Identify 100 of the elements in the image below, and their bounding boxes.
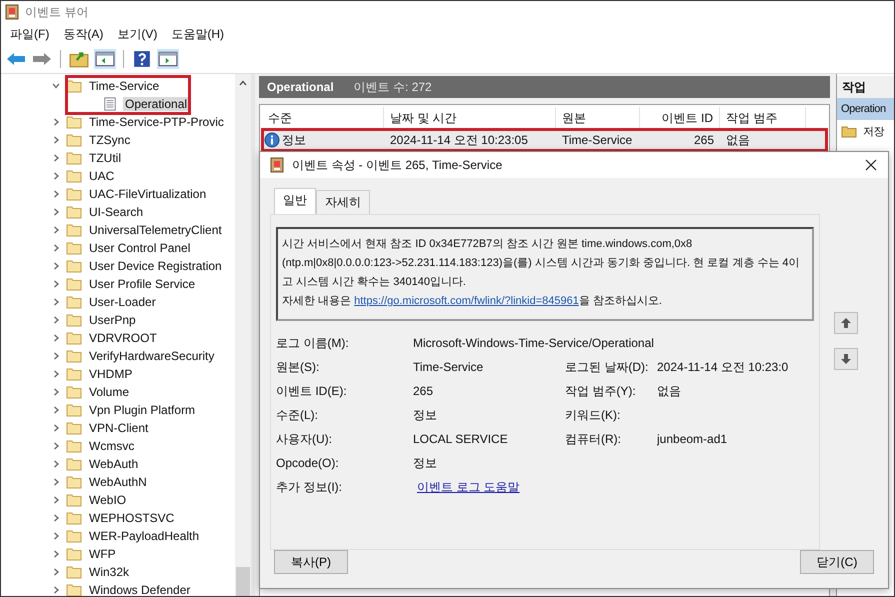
field-value: Microsoft-Windows-Time-Service/Operational [413, 336, 655, 350]
tree-item[interactable]: Windows Defender [87, 583, 192, 596]
event-message: 시간 서비스에서 현재 참조 ID 0x34E772B7의 참조 시간 원본 time.windows.com,0x8 (ntp.m|0x8|0.0.0.0:123->52.231.114.183:123)을(를) 시스템 시간과 동기화 중입니다. 현 로컬 계층 수는 4이고 시스템 시간 확수는 340140입니다. [282, 237, 800, 290]
tree-item[interactable]: VerifyHardwareSecurity [87, 349, 216, 363]
tree-item[interactable]: TZUtil [87, 151, 123, 165]
log-icon [102, 97, 118, 111]
folder-icon [66, 277, 82, 291]
tree-item[interactable]: Wcmsvc [87, 439, 136, 453]
tree-item[interactable]: WebAuth [87, 457, 140, 471]
field-value: 정보 [413, 406, 438, 424]
tree-item[interactable]: WebIO [87, 493, 128, 507]
table-cell-text: 265 [692, 133, 715, 147]
tree-item[interactable]: WEPHOSTSVC [87, 511, 176, 525]
folder-icon [66, 151, 82, 165]
next-button[interactable] [834, 348, 858, 370]
help-icon[interactable] [131, 49, 153, 69]
table-cell-text: Time-Service [561, 133, 634, 147]
menu-item[interactable]: 파일(F) [10, 26, 50, 42]
folder-icon [66, 169, 82, 183]
close-button[interactable]: 닫기(C) [800, 550, 874, 574]
field-label: 추가 정보(I): [276, 478, 343, 496]
field-value: LOCAL SERVICE [413, 432, 509, 446]
folder-icon [66, 565, 82, 579]
event-row[interactable]: 정보 2024-11-14 오전 10:23:05 Time-Service 265 없음 [262, 129, 827, 151]
folder-icon [66, 115, 82, 129]
tree-item[interactable]: WER-PayloadHealth [87, 529, 202, 543]
field-label: 원본(S): [276, 358, 320, 376]
copy-button[interactable]: 복사(P) [274, 550, 348, 574]
scrollbar[interactable] [235, 74, 251, 596]
tab[interactable]: 자세히 [316, 190, 370, 214]
tree-item[interactable]: Win32k [87, 565, 132, 579]
folder-icon [66, 187, 82, 201]
field-label: 로그된 날짜(D): [565, 358, 650, 376]
tree-item[interactable]: Time-Service-PTP-Provic [87, 115, 226, 129]
field-label: 수준(L): [276, 406, 319, 424]
down-arrow-icon [840, 353, 852, 365]
tree-item[interactable]: TZSync [87, 133, 132, 147]
menu-item[interactable]: 동작(A) [63, 26, 104, 42]
tree-item[interactable]: User Control Panel [87, 241, 192, 255]
scroll-thumb[interactable] [236, 567, 250, 596]
folder-icon [66, 367, 82, 381]
field-label: Opcode(O): [276, 456, 340, 470]
tab[interactable]: 일반 [274, 188, 316, 214]
field-value: 없음 [657, 382, 682, 400]
folder-icon [66, 133, 82, 147]
field-label: 이벤트 ID(E): [276, 382, 348, 400]
field-label: 키워드(K): [565, 406, 622, 424]
tree-item[interactable]: Operational [123, 97, 190, 111]
folder-icon [66, 241, 82, 255]
link[interactable]: https://go.microsoft.com/fwlink/?linkid=845961 [354, 295, 579, 307]
action-label: 저장 [863, 124, 884, 138]
menu-item[interactable]: 도움말(H) [171, 26, 224, 42]
folder-icon [66, 547, 82, 561]
folder-icon [66, 313, 82, 327]
scroll-up-icon[interactable] [238, 78, 248, 88]
field-value: junbeom-ad1 [657, 432, 728, 446]
tree-item[interactable]: WebAuthN [87, 475, 149, 489]
action-item[interactable]: 저장 [837, 120, 894, 142]
help-link[interactable]: 이벤트 로그 도움말 [417, 478, 520, 496]
tree-item[interactable]: UniversalTelemetryClient [87, 223, 224, 237]
message-text: 자세한 내용은 [282, 295, 352, 307]
tree-item[interactable]: Volume [87, 385, 132, 399]
panel-icon[interactable] [94, 49, 116, 69]
folder-icon [66, 385, 82, 399]
tree-item[interactable]: VDRVROOT [87, 331, 159, 345]
tree-item[interactable]: UAC [87, 169, 116, 183]
close-icon[interactable] [864, 158, 878, 172]
tree-item[interactable]: Time-Service [87, 79, 162, 93]
tree-item[interactable]: User Profile Service [87, 277, 198, 291]
folder-icon [66, 457, 82, 471]
info-icon [264, 132, 280, 148]
tree-item[interactable]: User Device Registration [87, 259, 224, 273]
up-arrow-icon [840, 317, 852, 329]
field-label: 로그 이름(M): [276, 334, 350, 352]
folder-icon [66, 295, 82, 309]
chevron-down-icon[interactable] [51, 81, 61, 91]
app-icon [5, 4, 19, 20]
folder-icon [66, 421, 82, 435]
message-text: 을 참조하십시오. [578, 295, 662, 307]
field-value: 265 [413, 384, 434, 398]
tree-item[interactable]: VPN-Client [87, 421, 150, 435]
menu-item[interactable]: 보기(V) [117, 26, 158, 42]
tree-item[interactable]: Vpn Plugin Platform [87, 403, 198, 417]
field-label: 컴퓨터(R): [565, 430, 622, 448]
action-item[interactable]: Operation [837, 98, 894, 120]
table-cell-text: 2024-11-14 오전 10:23:05 [389, 132, 529, 148]
panel-icon[interactable] [157, 49, 179, 69]
field-label: 작업 범주(Y): [565, 382, 637, 400]
folder-icon [66, 331, 82, 345]
folder-icon [66, 529, 82, 543]
tree-item[interactable]: UI-Search [87, 205, 146, 219]
table-cell-text: 없음 [725, 132, 751, 148]
tree-item[interactable]: User-Loader [87, 295, 158, 309]
previous-button[interactable] [834, 312, 858, 334]
tree-item[interactable]: UAC-FileVirtualization [87, 187, 208, 201]
tree-item[interactable]: WFP [87, 547, 118, 561]
field-value: 정보 [413, 454, 438, 472]
tree-item[interactable]: UserPnp [87, 313, 138, 327]
tree-item[interactable]: VHDMP [87, 367, 134, 381]
log-title: Operational [267, 80, 334, 94]
